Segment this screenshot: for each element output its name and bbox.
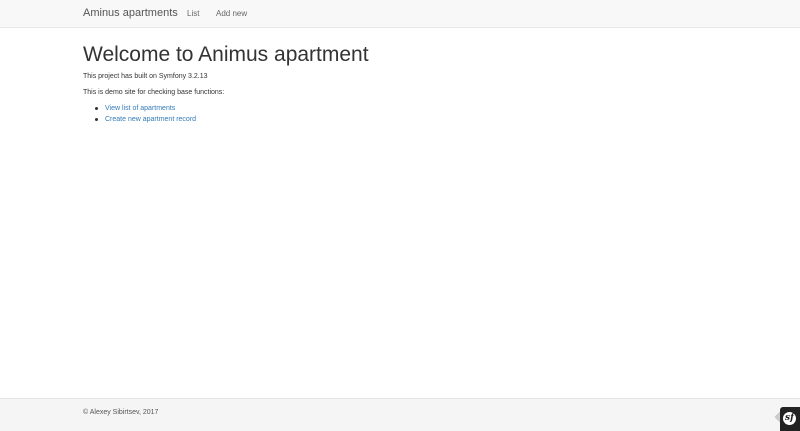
links-list: View list of apartments Create new apart… [83, 103, 196, 125]
bullet-icon [95, 118, 98, 121]
nav-item-list[interactable]: List [187, 9, 199, 18]
nav-item-add-new[interactable]: Add new [216, 9, 247, 18]
list-item: View list of apartments [95, 103, 196, 114]
built-info-text: This project has built on Symfony 3.2.13 [83, 73, 208, 80]
navbar: Aminus apartments List Add new [0, 0, 800, 28]
view-apartments-link[interactable]: View list of apartments [105, 105, 175, 112]
list-item: Create new apartment record [95, 114, 196, 125]
footer-copyright: © Alexey Sibirtsev, 2017 [83, 409, 159, 416]
brand-link[interactable]: Aminus apartments [83, 7, 178, 19]
symfony-icon: sf [783, 412, 796, 425]
bullet-icon [95, 107, 98, 110]
footer: © Alexey Sibirtsev, 2017 [0, 398, 800, 431]
page-title: Welcome to Animus apartment [83, 43, 369, 66]
create-apartment-link[interactable]: Create new apartment record [105, 116, 196, 123]
demo-info-text: This is demo site for checking base func… [83, 89, 225, 96]
symfony-debug-toolbar[interactable]: sf [780, 407, 800, 431]
main-content: Welcome to Animus apartment This project… [83, 42, 723, 123]
